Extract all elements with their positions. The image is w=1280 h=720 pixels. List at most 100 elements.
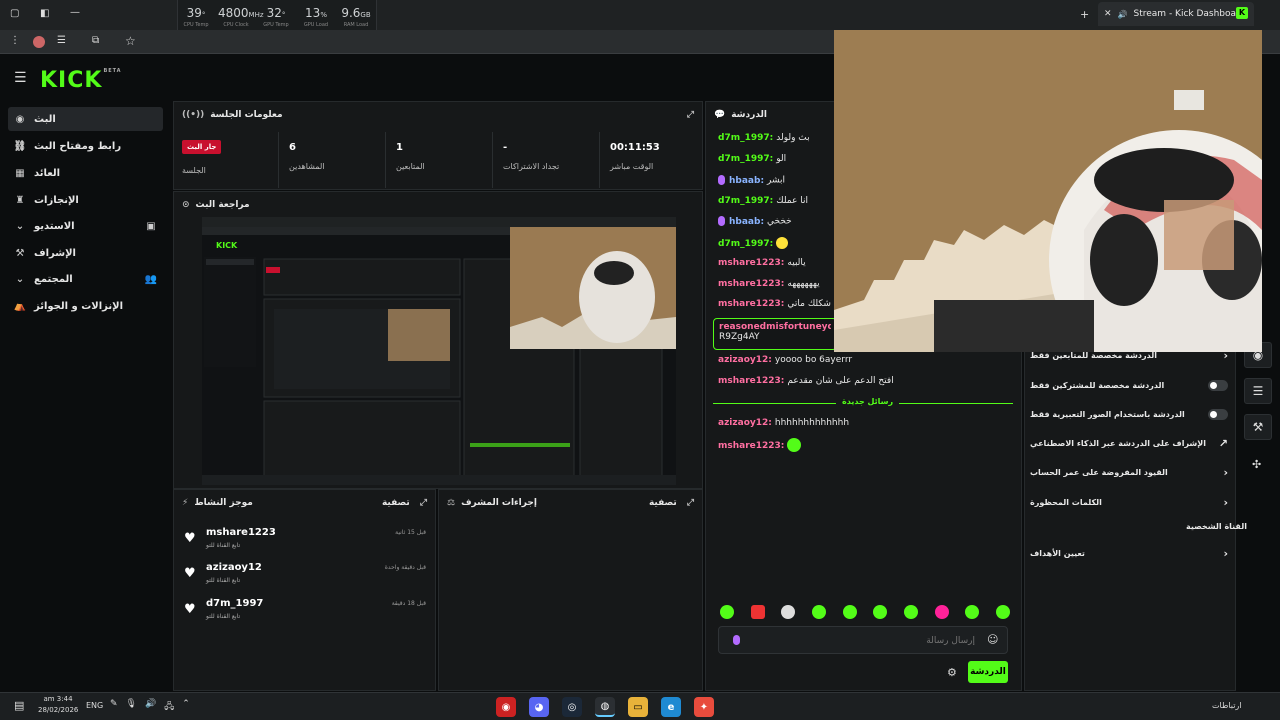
- language-indicator[interactable]: ENG: [86, 701, 103, 710]
- settings-sliders-icon[interactable]: ☰: [57, 35, 66, 46]
- menu-dots-icon[interactable]: ⋮: [10, 35, 20, 46]
- emote-icon[interactable]: [934, 605, 949, 619]
- chat-message: d7m_1997: بث ولولد: [718, 133, 810, 143]
- chat-input-box[interactable]: ☺: [718, 626, 1008, 654]
- setting-emotes-only[interactable]: الدردشة باستخدام الصور التعبيرية فقط: [1030, 404, 1228, 424]
- setting-set-goals[interactable]: تعيين الأهداف ›: [1030, 543, 1228, 563]
- session-info-panel: ((•)) معلومات الجلسة ⤢ جار البث الجلسة 6…: [173, 101, 703, 190]
- emote-icon[interactable]: [965, 605, 980, 619]
- panel-title: إجراءات المشرف: [461, 498, 537, 508]
- toggle-switch[interactable]: [1208, 408, 1228, 420]
- sidebar-item-community[interactable]: ⌄ المجتمع 👥: [8, 267, 163, 291]
- setting-subscribers-only[interactable]: الدردشة مخصصة للمشتركين فقط: [1030, 375, 1228, 395]
- browser-tab[interactable]: ✕ 🔊 Stream - Kick Dashboard: [1098, 2, 1254, 26]
- emote-icon[interactable]: [750, 605, 765, 619]
- pinned-message[interactable]: reasonedmisfortuneyqgb: R9Zg4AY: [713, 318, 837, 350]
- emote-icon[interactable]: [995, 605, 1010, 619]
- stream-preview-video[interactable]: KICK: [202, 217, 676, 485]
- chat-settings-gear-icon[interactable]: ⚙: [947, 666, 957, 679]
- new-messages-label: رسائل جديدة: [836, 397, 900, 406]
- pen-icon[interactable]: ✎: [110, 699, 118, 715]
- window-icon[interactable]: ▢: [10, 8, 19, 19]
- link-icon: ⛓: [13, 140, 27, 152]
- new-tab-icon[interactable]: +: [1080, 8, 1089, 21]
- chat-message: mshare1223: يههههههه: [718, 279, 820, 289]
- tab-list-icon[interactable]: ◧: [40, 8, 49, 19]
- expand-icon[interactable]: ⤢: [687, 498, 694, 508]
- webcam-feed-graphic: [834, 30, 1262, 352]
- broadcast-icon: ((•)): [182, 110, 205, 120]
- chevron-right-icon: ›: [1223, 495, 1228, 509]
- sidebar-item-stream[interactable]: ◉ البث: [8, 107, 163, 131]
- chevron-right-icon: ›: [1223, 465, 1228, 479]
- emote-icon[interactable]: [781, 605, 796, 619]
- microphone-icon[interactable]: 🎙: [126, 699, 137, 715]
- taskbar-clock[interactable]: am 3:44 28/02/2026: [38, 694, 78, 716]
- studio-icon: ▣: [146, 220, 156, 232]
- expand-icon[interactable]: ⤢: [687, 110, 694, 120]
- chat-input[interactable]: [749, 631, 975, 651]
- rail-layout-icon[interactable]: ☰: [1244, 378, 1272, 404]
- chat-message: azizaoy12: yoooo bo 6ayerrr: [718, 355, 853, 365]
- chevron-down-icon: ⌄: [15, 273, 25, 285]
- live-icon: ◉: [15, 113, 25, 125]
- tab-search-icon[interactable]: ⧉: [92, 35, 99, 46]
- network-icon[interactable]: 🖧: [164, 699, 174, 715]
- taskbar-app-edge-icon[interactable]: e: [661, 697, 681, 717]
- taskbar-app-steam-icon[interactable]: ◎: [562, 697, 582, 717]
- sidebar-item-moderation[interactable]: ⚒ الإشراف: [8, 241, 163, 265]
- expand-icon[interactable]: ⤢: [420, 498, 427, 508]
- emote-icon: [776, 237, 789, 249]
- rail-moderation-icon[interactable]: ⚒: [1244, 414, 1272, 440]
- sidebar-item-achievements[interactable]: ♜ الإنجازات: [8, 188, 163, 212]
- sidebar-item-revenue[interactable]: ▦ العائد: [8, 161, 163, 185]
- revenue-icon: ▦: [15, 167, 25, 179]
- send-chat-button[interactable]: الدردشة: [968, 661, 1008, 683]
- emote-icon[interactable]: [873, 605, 888, 619]
- activity-item: ♥ azizaoy12 تابع القناة للتو قبل دقيقة و…: [184, 562, 426, 584]
- taskbar-app-copilot-icon[interactable]: ✦: [694, 697, 714, 717]
- setting-banned-words[interactable]: الكلمات المحظورة ›: [1030, 492, 1228, 512]
- kick-logo[interactable]: KICKBETA: [40, 68, 122, 93]
- close-tab-icon[interactable]: ✕: [1104, 9, 1112, 19]
- heart-icon: ♥: [184, 531, 196, 546]
- sidebar-item-label: الإشراف: [34, 247, 76, 259]
- webcam-overlay: [834, 30, 1262, 352]
- mod-actions-panel: ⚖ إجراءات المشرف تصفية ⤢: [438, 489, 703, 691]
- emote-icon[interactable]: [811, 605, 826, 619]
- sidebar-item-stream-key[interactable]: ⛓ رابط ومفتاح البث: [8, 134, 163, 158]
- taskbar-links-label[interactable]: ارتباطات: [1212, 701, 1242, 710]
- sidebar-item-label: البث: [34, 113, 56, 125]
- pinned-user: reasonedmisfortuneyqgb:: [719, 322, 831, 332]
- chevron-up-icon[interactable]: ⌃: [182, 699, 190, 715]
- volume-icon[interactable]: 🔊: [145, 699, 156, 715]
- hamburger-menu-icon[interactable]: ☰: [14, 70, 27, 86]
- profile-avatar[interactable]: [33, 36, 45, 48]
- sidebar-item-label: المجتمع: [34, 273, 73, 285]
- emoji-picker-icon[interactable]: ☺: [987, 633, 998, 646]
- mic-badge-icon: [733, 635, 740, 645]
- toggle-switch[interactable]: [1208, 379, 1228, 391]
- minimize-icon[interactable]: —: [70, 7, 80, 18]
- setting-account-age[interactable]: القيود المفروضة على عمر الحساب ›: [1030, 462, 1228, 482]
- filter-button[interactable]: تصفية: [649, 498, 677, 508]
- taskbar-app-explorer-icon[interactable]: ▭: [628, 697, 648, 717]
- taskbar-app-chrome-icon[interactable]: ◍: [595, 697, 615, 717]
- sidebar-item-drops[interactable]: ⛺ الإنزالات و الجوائز: [8, 294, 163, 318]
- sidebar-item-studio[interactable]: ⌄ الاستديو ▣: [8, 214, 163, 238]
- taskbar-app-obs-icon[interactable]: ◉: [496, 697, 516, 717]
- emote-icon[interactable]: [720, 605, 734, 619]
- rail-extensions-icon[interactable]: ✣: [1252, 458, 1261, 471]
- setting-ai-moderation[interactable]: الإشراف على الدردشة عبر الذكاء الاصطناعي…: [1030, 433, 1228, 453]
- bookmark-star-icon[interactable]: ☆: [125, 34, 136, 48]
- activity-item: ♥ mshare1223 تابع القناة للتو قبل 15 ثان…: [184, 527, 426, 549]
- stream-preview-panel: ⊙ مراجعة البث KICK: [173, 191, 703, 489]
- taskbar-app-discord-icon[interactable]: ◕: [529, 697, 549, 717]
- emote-icon[interactable]: [903, 605, 918, 619]
- moderation-icon: ⚒: [15, 247, 25, 259]
- chat-message: mshare1223: افتح الدعم على شان مقدعم: [718, 376, 894, 386]
- notification-icon[interactable]: ▤: [14, 699, 24, 712]
- bolt-icon: ⚡: [182, 498, 189, 508]
- emote-icon[interactable]: [842, 605, 857, 619]
- filter-button[interactable]: تصفية: [382, 498, 410, 508]
